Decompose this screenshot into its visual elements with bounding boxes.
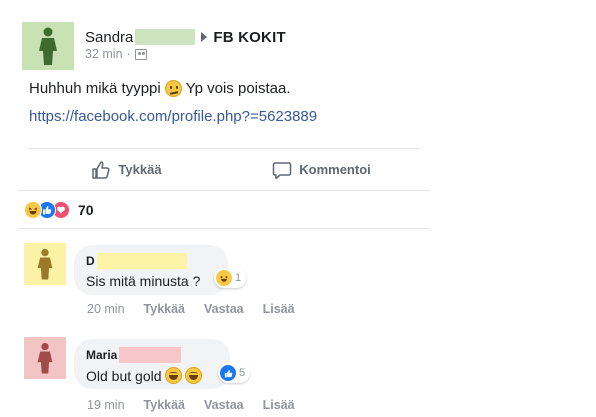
speech-bubble-icon: [272, 160, 292, 180]
name-redaction-box: [119, 347, 182, 363]
comment-reactions-badge[interactable]: 5: [218, 363, 251, 383]
comment-reactions-badge[interactable]: 1: [214, 268, 247, 288]
facebook-post: Sandra FB KOKIT 32 min · Huhhuh mikä tyy…: [0, 0, 596, 417]
comment-text: Old but gold: [86, 367, 162, 384]
divider: [18, 228, 430, 229]
post-text: Huhhuh mikä tyyppi Yp vois poistaa.: [29, 80, 291, 97]
audience-members-icon[interactable]: [134, 48, 147, 60]
post-meta: 32 min ·: [85, 47, 147, 61]
comment-author-name[interactable]: Maria: [86, 348, 117, 362]
comment-bubble: Maria Old but gold: [74, 339, 230, 389]
laughing-emoji-icon: [164, 367, 182, 384]
comment-author-name[interactable]: D: [86, 254, 95, 268]
haha-reaction-icon: [24, 201, 42, 219]
comment-author-avatar[interactable]: [24, 337, 66, 379]
arrow-right-icon: [201, 32, 208, 42]
comment-more-button[interactable]: Lisää: [263, 302, 295, 316]
comment-text: Sis mitä minusta ?: [86, 273, 201, 289]
comment-text-line: Old but gold: [86, 367, 218, 384]
name-redaction-box: [96, 253, 187, 269]
comment-reply-button[interactable]: Vastaa: [204, 302, 244, 316]
post-link[interactable]: https://facebook.com/profile.php?=562388…: [29, 108, 317, 125]
reaction-count: 70: [78, 202, 94, 218]
comment-button-label: Kommentoi: [299, 162, 371, 177]
meta-separator: ·: [126, 47, 131, 61]
comment-timestamp[interactable]: 20 min: [87, 302, 125, 316]
comment-text-line: Sis mitä minusta ?: [86, 273, 216, 289]
post-text-part-2: Yp vois poistaa.: [185, 80, 291, 97]
reactions-summary[interactable]: 70: [24, 200, 94, 220]
comment-like-button[interactable]: Tykkää: [144, 398, 185, 412]
comment-bubble: D Sis mitä minusta ?: [74, 245, 228, 295]
post-header: Sandra FB KOKIT: [85, 28, 286, 46]
comment-actions: 20 min Tykkää Vastaa Lisää: [87, 302, 314, 316]
post-author-avatar[interactable]: [22, 22, 74, 70]
comment-like-button[interactable]: Tykkää: [144, 302, 185, 316]
haha-reaction-icon: [216, 270, 232, 286]
comment-author-line: D: [86, 253, 216, 269]
comment-actions: 19 min Tykkää Vastaa Lisää: [87, 398, 314, 412]
comment-button[interactable]: Kommentoi: [224, 149, 419, 190]
like-button-label: Tykkää: [118, 162, 162, 177]
laughing-emoji-icon: [184, 367, 202, 384]
thumbs-up-icon: [91, 160, 111, 180]
confused-face-emoji-icon: [164, 80, 182, 97]
post-timestamp[interactable]: 32 min: [85, 47, 123, 61]
comment-timestamp[interactable]: 19 min: [87, 398, 125, 412]
comment-reply-button[interactable]: Vastaa: [204, 398, 244, 412]
group-name[interactable]: FB KOKIT: [213, 29, 285, 46]
comment-reaction-count: 1: [235, 272, 242, 284]
person-silhouette-icon: [39, 27, 57, 65]
comment-author-avatar[interactable]: [24, 243, 66, 285]
comment-more-button[interactable]: Lisää: [263, 398, 295, 412]
person-silhouette-icon: [37, 248, 53, 280]
comment-author-line: Maria: [86, 347, 218, 363]
like-reaction-icon: [220, 365, 236, 381]
comment-reaction-count: 5: [239, 367, 246, 379]
post-author-name[interactable]: Sandra: [85, 29, 133, 46]
person-silhouette-icon: [37, 342, 53, 374]
like-button[interactable]: Tykkää: [29, 149, 224, 190]
divider: [18, 190, 430, 191]
name-redaction-box: [135, 29, 196, 45]
post-text-part-1: Huhhuh mikä tyyppi: [29, 80, 161, 97]
post-action-bar: Tykkää Kommentoi: [29, 148, 419, 190]
